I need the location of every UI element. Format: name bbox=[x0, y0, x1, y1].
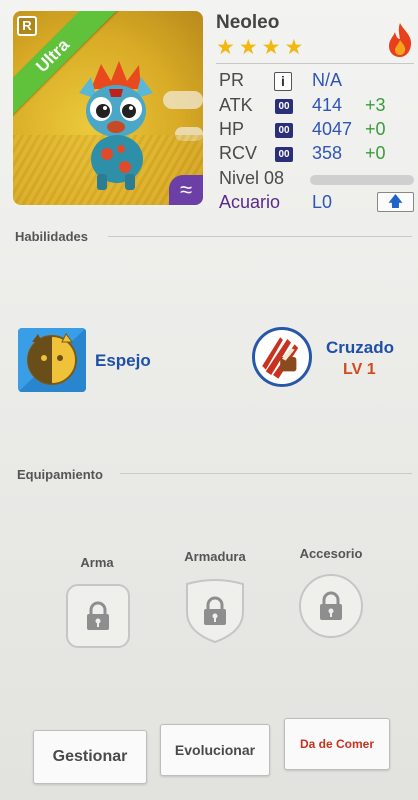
stat-row-rcv: RCV 00 358 +0 bbox=[219, 143, 415, 167]
level-progress-bar bbox=[310, 175, 414, 185]
skill-name-espejo[interactable]: Espejo bbox=[95, 351, 151, 371]
skill-icon-espejo-art bbox=[18, 328, 86, 392]
stat-label: PR bbox=[219, 70, 245, 90]
aquarium-value: L0 bbox=[312, 192, 333, 212]
stat-label: RCV bbox=[219, 143, 258, 163]
lock-icon bbox=[87, 601, 109, 630]
lock-icon bbox=[204, 596, 226, 625]
stat-label: ATK bbox=[219, 95, 253, 115]
lock-icon bbox=[320, 591, 342, 620]
section-divider bbox=[108, 236, 412, 237]
upgrade-arrow-button[interactable]: 🡅 bbox=[377, 192, 414, 212]
aquarium-label: Acuario bbox=[219, 192, 281, 212]
section-divider bbox=[120, 473, 412, 474]
stat-badge: 00 bbox=[275, 99, 293, 114]
info-icon[interactable]: i bbox=[274, 72, 292, 91]
accessory-slot[interactable] bbox=[299, 574, 363, 638]
star-icon: ★ bbox=[261, 36, 281, 59]
stat-value: N/A bbox=[312, 70, 343, 90]
stat-value: 414 bbox=[312, 95, 343, 115]
monster-portrait[interactable]: Ultra R ≈ bbox=[13, 11, 203, 205]
stat-bonus: +0 bbox=[365, 119, 386, 139]
skill-name-cruzado[interactable]: Cruzado bbox=[326, 338, 394, 358]
stat-divider bbox=[216, 63, 414, 64]
stat-row-pr: PR i N/A bbox=[219, 70, 415, 94]
stat-row-aquarium: Acuario L0 🡅 bbox=[219, 192, 415, 216]
level-label: Nivel 08 bbox=[219, 168, 285, 188]
armor-slot[interactable] bbox=[184, 578, 246, 644]
stat-badge: 00 bbox=[275, 147, 293, 162]
stat-value: 358 bbox=[312, 143, 343, 163]
star-icon: ★ bbox=[238, 36, 258, 59]
feed-button[interactable]: Da de Comer bbox=[284, 718, 390, 770]
monster-image bbox=[79, 61, 153, 190]
equipment-heading: Equipamiento bbox=[17, 467, 103, 482]
water-wave-icon: ≈ bbox=[169, 175, 203, 205]
skills-heading: Habilidades bbox=[15, 229, 88, 244]
equip-label-accesorio: Accesorio bbox=[299, 546, 363, 561]
claw-slash-icon[interactable] bbox=[252, 327, 312, 387]
skill-icon-cruzado-art bbox=[262, 337, 299, 379]
equip-label-arma: Arma bbox=[80, 555, 114, 570]
skill-level-cruzado: LV 1 bbox=[343, 361, 376, 378]
manage-button[interactable]: Gestionar bbox=[33, 730, 147, 784]
stat-value: 4047 bbox=[312, 119, 353, 139]
stat-row-atk: ATK 00 414 +3 bbox=[219, 95, 415, 119]
stat-bonus: +3 bbox=[365, 95, 386, 115]
equip-label-armadura: Armadura bbox=[184, 549, 246, 564]
stat-row-level: Nivel 08 bbox=[219, 168, 415, 192]
mirror-cat-icon[interactable] bbox=[18, 328, 86, 392]
weapon-slot[interactable] bbox=[66, 584, 130, 648]
star-icon: ★ bbox=[216, 36, 235, 59]
stat-bonus: +0 bbox=[365, 143, 386, 163]
rank-badge: R bbox=[17, 16, 37, 36]
fire-icon bbox=[389, 23, 412, 57]
stat-label: HP bbox=[219, 119, 245, 139]
star-icon: ★ bbox=[284, 36, 304, 59]
evolve-button[interactable]: Evolucionar bbox=[160, 724, 270, 776]
stat-badge: 00 bbox=[275, 123, 293, 138]
star-rating: ★ ★ ★ ★ bbox=[216, 36, 304, 59]
stat-row-hp: HP 00 4047 +0 bbox=[219, 119, 415, 143]
monster-name: Neoleo bbox=[216, 12, 280, 33]
